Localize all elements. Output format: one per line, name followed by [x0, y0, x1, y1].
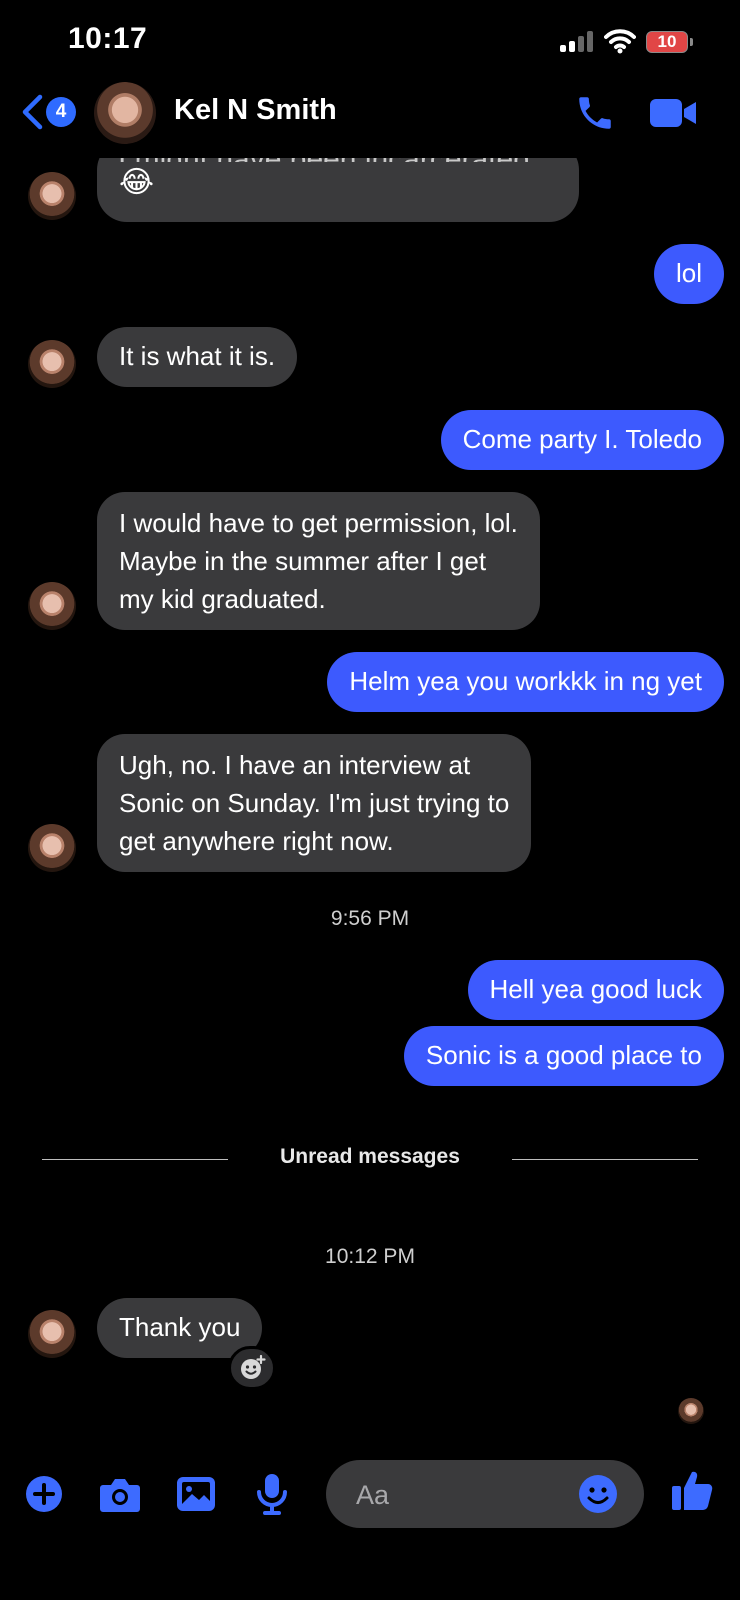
message-text: Hell yea good luck	[489, 974, 702, 1004]
message-bubble-outgoing[interactable]: Hell yea good luck	[467, 960, 724, 1020]
message-text-line: Maybe in the summer after I get	[119, 546, 487, 576]
unread-divider-line	[512, 1159, 698, 1160]
sender-avatar	[28, 172, 76, 220]
back-chevron-icon[interactable]	[20, 94, 44, 135]
unread-count-badge[interactable]: 4	[46, 97, 76, 127]
message-bubble-outgoing[interactable]: lol	[653, 244, 724, 304]
camera-icon[interactable]	[98, 1472, 142, 1516]
wifi-icon	[604, 28, 636, 59]
message-text: Helm yea you workkk in ng yet	[349, 666, 702, 696]
sender-avatar	[28, 582, 76, 630]
microphone-icon[interactable]	[250, 1472, 294, 1516]
unread-messages-label: Unread messages	[280, 1145, 460, 1168]
message-text: Sonic is a good place to	[425, 1040, 702, 1070]
message-composer[interactable]	[326, 1460, 644, 1530]
message-bubble-incoming[interactable]: I would have to get permission, lol. May…	[97, 492, 540, 630]
emoji-icon[interactable]	[578, 1474, 618, 1519]
thumbs-up-icon[interactable]	[670, 1468, 714, 1512]
timestamp: 10:12 PM	[325, 1245, 415, 1268]
photo-gallery-icon[interactable]	[174, 1472, 218, 1516]
phone-call-icon[interactable]	[574, 92, 616, 139]
video-call-icon[interactable]	[650, 97, 698, 134]
battery-level: 10	[657, 32, 677, 51]
add-reaction-icon[interactable]	[228, 1346, 276, 1390]
message-text-line: my kid graduated.	[119, 584, 326, 614]
sender-avatar	[28, 340, 76, 388]
sender-avatar	[28, 1310, 76, 1358]
message-emoji: 😂	[119, 166, 155, 199]
message-text: lol	[675, 258, 702, 288]
contact-avatar[interactable]	[94, 82, 156, 144]
message-text-line: get anywhere right now.	[119, 826, 394, 856]
battery-indicator: 10	[646, 31, 688, 53]
message-bubble-incoming[interactable]: Ugh, no. I have an interview at Sonic on…	[97, 734, 532, 872]
message-bubble-outgoing[interactable]: Sonic is a good place to	[403, 1026, 724, 1086]
message-bubble-outgoing[interactable]: Come party I. Toledo	[440, 410, 724, 470]
contact-name[interactable]: Kel N Smith	[174, 94, 337, 127]
message-bubble-incoming[interactable]: It is what it is.	[97, 327, 298, 387]
message-text: Come party I. Toledo	[462, 424, 702, 454]
message-input[interactable]	[354, 1460, 578, 1530]
message-text: It is what it is.	[119, 341, 276, 371]
plus-icon[interactable]	[22, 1472, 66, 1516]
read-receipt-avatar	[678, 1398, 704, 1424]
message-bubble-outgoing[interactable]: Helm yea you workkk in ng yet	[327, 652, 724, 712]
message-text-line: Ugh, no. I have an interview at	[119, 750, 471, 780]
message-text-line: Sonic on Sunday. I'm just trying to	[119, 788, 510, 818]
battery-tip	[690, 38, 693, 46]
message-text: Thank you	[119, 1312, 241, 1342]
sender-avatar	[28, 824, 76, 872]
message-text-line: I would have to get permission, lol.	[119, 508, 518, 538]
timestamp: 9:56 PM	[330, 907, 410, 930]
cellular-signal-icon	[560, 30, 594, 52]
status-time: 10:17	[68, 22, 148, 55]
